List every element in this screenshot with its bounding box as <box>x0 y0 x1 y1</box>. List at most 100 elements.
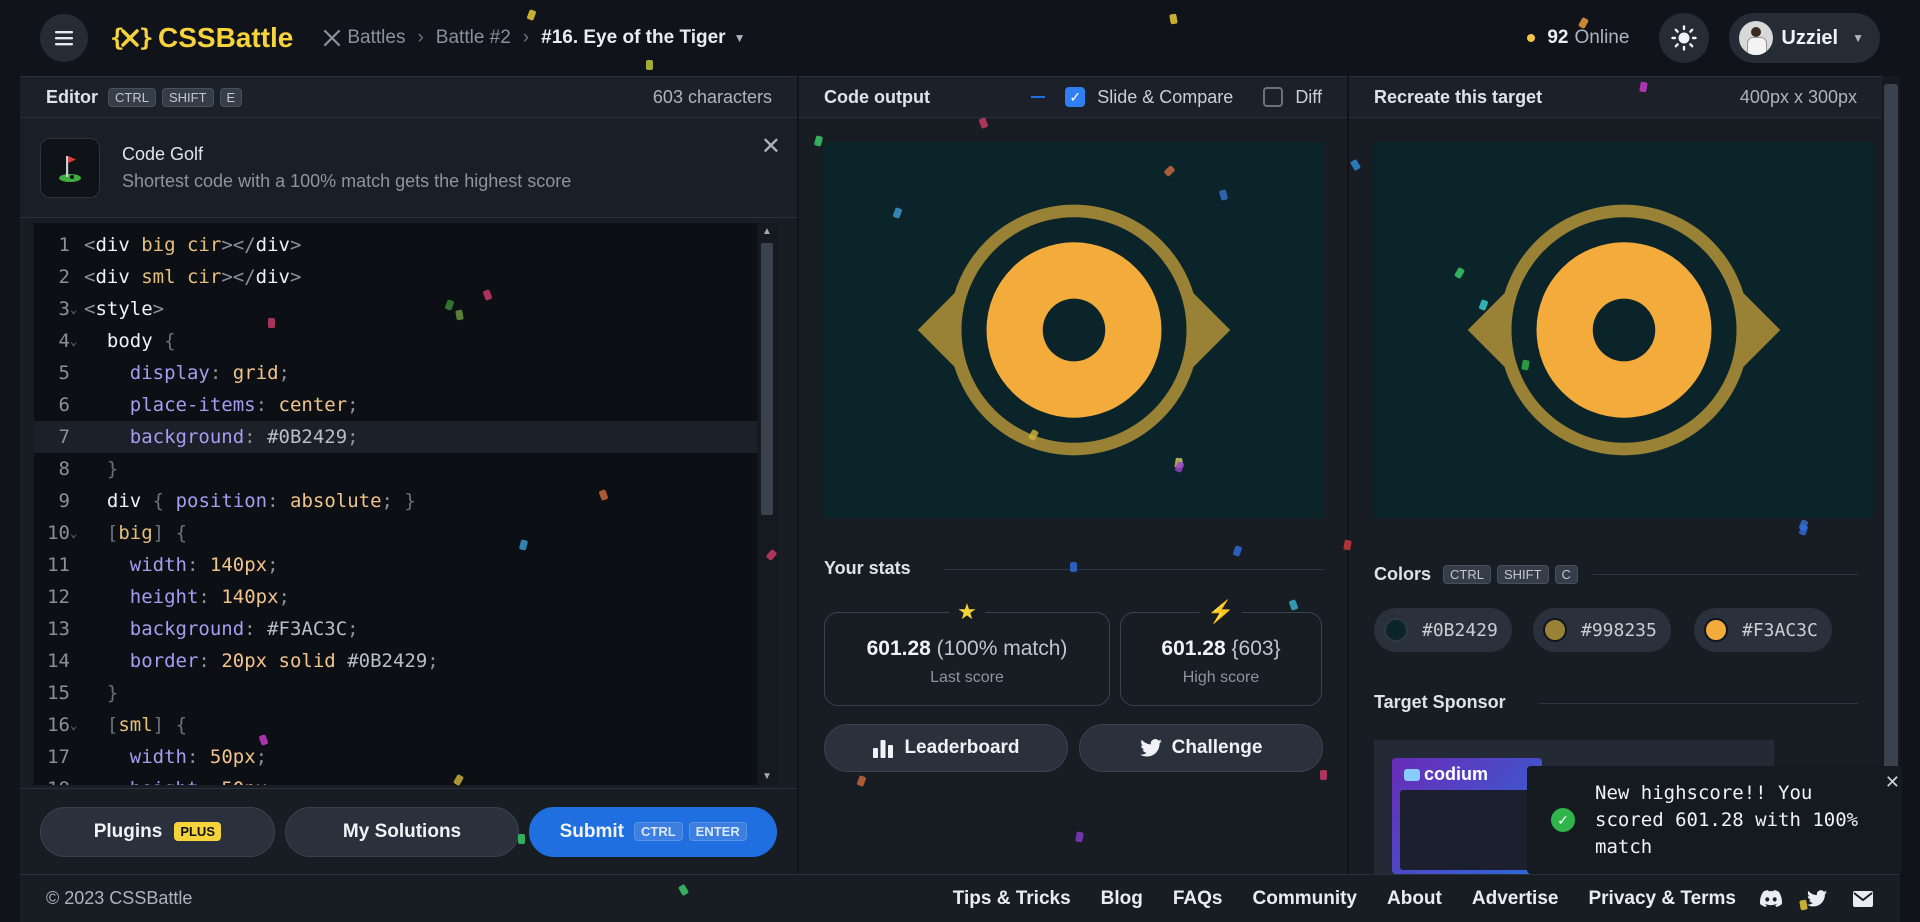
code-line[interactable]: 2 <div sml cir></div> <box>34 261 777 293</box>
divider <box>1593 574 1858 575</box>
last-score-detail: (100% match) <box>936 637 1068 660</box>
mail-icon[interactable] <box>1852 888 1874 910</box>
bar-chart-icon <box>873 740 894 758</box>
close-icon[interactable]: ✕ <box>1885 772 1900 793</box>
code-text: border: 20px solid #0B2429; <box>129 650 439 672</box>
code-text: display: grid; <box>129 362 290 384</box>
close-icon[interactable]: ✕ <box>761 132 781 161</box>
code-line[interactable]: 1 <div big cir></div> <box>34 229 777 261</box>
code-editor[interactable]: 1 <div big cir></div> 2 <div sml cir></div>… <box>34 223 777 785</box>
my-solutions-button[interactable]: My Solutions <box>284 806 520 857</box>
submit-label: Submit <box>559 820 624 842</box>
discord-icon[interactable] <box>1760 888 1782 910</box>
color-chip[interactable]: #F3AC3C <box>1694 608 1832 652</box>
theme-toggle-button[interactable] <box>1659 13 1710 63</box>
line-number: 11 <box>47 554 70 576</box>
code-line[interactable]: 12 height: 140px; <box>34 581 777 613</box>
code-line[interactable]: 17 width: 50px; <box>34 741 777 773</box>
line-number: 7 <box>58 426 70 448</box>
code-line[interactable]: 5 display: grid; <box>34 357 777 389</box>
fold-chevron-icon[interactable]: ⌄ <box>70 718 82 732</box>
submit-button[interactable]: Submit CTRL ENTER <box>529 806 777 857</box>
lightning-icon: ⚡ <box>1199 599 1243 625</box>
fold-chevron-icon[interactable]: ⌄ <box>70 302 82 316</box>
footer-link-blog[interactable]: Blog <box>1101 888 1143 910</box>
footer-link-advertise[interactable]: Advertise <box>1472 888 1559 910</box>
online-indicator: 92 Online <box>1527 27 1629 49</box>
user-menu-button[interactable]: Uzziel ▼ <box>1729 13 1880 63</box>
page-scrollbar[interactable] <box>1882 76 1900 874</box>
code-golf-banner: Code Golf Shortest code with a 100% matc… <box>20 118 797 218</box>
color-swatch <box>1704 618 1728 642</box>
code-line[interactable]: 15 } <box>34 677 777 709</box>
leaderboard-button[interactable]: Leaderboard <box>824 724 1068 772</box>
code-line[interactable]: 7 background: #0B2429; <box>34 421 777 453</box>
high-score-card: ⚡ 601.28 {603} High score <box>1120 599 1322 706</box>
code-line[interactable]: 6 place-items: center; <box>34 389 777 421</box>
scroll-down-icon[interactable]: ▼ <box>762 771 772 782</box>
scroll-up-icon[interactable]: ▲ <box>762 226 772 237</box>
high-score-detail: {603} <box>1231 637 1281 660</box>
code-line[interactable]: 10 ⌄ [big] { <box>34 517 777 549</box>
page-scrollbar-thumb[interactable] <box>1884 84 1898 774</box>
output-canvas[interactable] <box>824 142 1324 518</box>
cssbattle-logo[interactable]: { } CSSBattle <box>110 22 293 54</box>
highscore-toast: ✓ New highscore!! You scored 601.28 with… <box>1527 766 1902 874</box>
footer-link-about[interactable]: About <box>1387 888 1442 910</box>
code-line[interactable]: 18 height: 50px; <box>34 773 777 785</box>
code-golf-title: Code Golf <box>122 143 204 164</box>
slide-compare-label[interactable]: Slide & Compare <box>1097 87 1233 108</box>
line-number: 1 <box>58 234 70 256</box>
code-line[interactable]: 13 background: #F3AC3C; <box>34 613 777 645</box>
twitter-icon[interactable] <box>1806 888 1828 910</box>
svg-text:}: } <box>139 25 152 51</box>
slide-compare-checkbox[interactable]: ✓ <box>1065 87 1086 107</box>
hamburger-menu-button[interactable] <box>40 14 88 62</box>
diff-checkbox[interactable] <box>1263 87 1284 107</box>
plugins-button[interactable]: Plugins PLUS <box>40 806 275 857</box>
last-score-value: 601.28 <box>866 637 931 660</box>
logo-icon: { } <box>110 25 152 51</box>
line-number: 9 <box>58 490 70 512</box>
footer-link-community[interactable]: Community <box>1253 888 1358 910</box>
shortcut-key: SHIFT <box>161 87 214 107</box>
breadcrumb-battle[interactable]: Battle #2 <box>436 27 511 49</box>
line-number: 12 <box>47 586 70 608</box>
logo-text: CSSBattle <box>158 22 294 53</box>
footer-link-faqs[interactable]: FAQs <box>1173 888 1223 910</box>
fold-chevron-icon[interactable]: ⌄ <box>70 334 82 348</box>
sun-icon <box>1671 25 1698 51</box>
sponsor-screenshot: codium <box>1392 758 1542 874</box>
diff-label[interactable]: Diff <box>1295 87 1322 108</box>
line-number: 18 <box>34 778 84 785</box>
color-chip[interactable]: #0B2429 <box>1374 608 1512 652</box>
code-line[interactable]: 9 div { position: absolute; } <box>34 485 777 517</box>
username: Uzziel <box>1781 26 1839 49</box>
code-line[interactable]: 14 border: 20px solid #0B2429; <box>34 645 777 677</box>
top-bar: { } CSSBattle Battles › Battle #2 › #16.… <box>0 0 1920 76</box>
code-line[interactable]: 11 width: 140px; <box>34 549 777 581</box>
code-line[interactable]: 8 } <box>34 453 777 485</box>
code-text: <style> <box>84 298 165 320</box>
target-sponsor-title: Target Sponsor <box>1374 692 1506 712</box>
editor-panel: Editor CTRL SHIFT E 603 characters Code … <box>20 76 797 874</box>
code-line[interactable]: 16 ⌄ [sml] { <box>34 709 777 741</box>
chevron-down-icon[interactable]: ▼ <box>734 31 746 45</box>
code-lines: 1 <div big cir></div> 2 <div sml cir></div>… <box>34 223 777 785</box>
line-number: 8 <box>58 458 70 480</box>
footer-link-privacy[interactable]: Privacy & Terms <box>1588 888 1736 910</box>
code-line[interactable]: 3 ⌄ <style> <box>34 293 777 325</box>
footer-link-tips[interactable]: Tips & Tricks <box>953 888 1071 910</box>
challenge-button[interactable]: Challenge <box>1079 724 1323 772</box>
fold-chevron-icon[interactable]: ⌄ <box>70 526 82 540</box>
line-number: 13 <box>47 618 70 640</box>
code-line[interactable]: 4 ⌄ body { <box>34 325 777 357</box>
breadcrumb-battles[interactable]: Battles <box>347 27 405 49</box>
color-chip[interactable]: #998235 <box>1533 608 1671 652</box>
breadcrumb-target[interactable]: #16. Eye of the Tiger <box>541 27 725 49</box>
scrollbar-thumb[interactable] <box>761 243 773 515</box>
editor-scrollbar[interactable]: ▲ ▼ <box>757 223 777 785</box>
target-size: 400px x 300px <box>1739 86 1857 107</box>
output-panel: Code output ✓ Slide & Compare Diff Your … <box>799 76 1347 874</box>
your-stats-title: Your stats <box>824 558 911 578</box>
